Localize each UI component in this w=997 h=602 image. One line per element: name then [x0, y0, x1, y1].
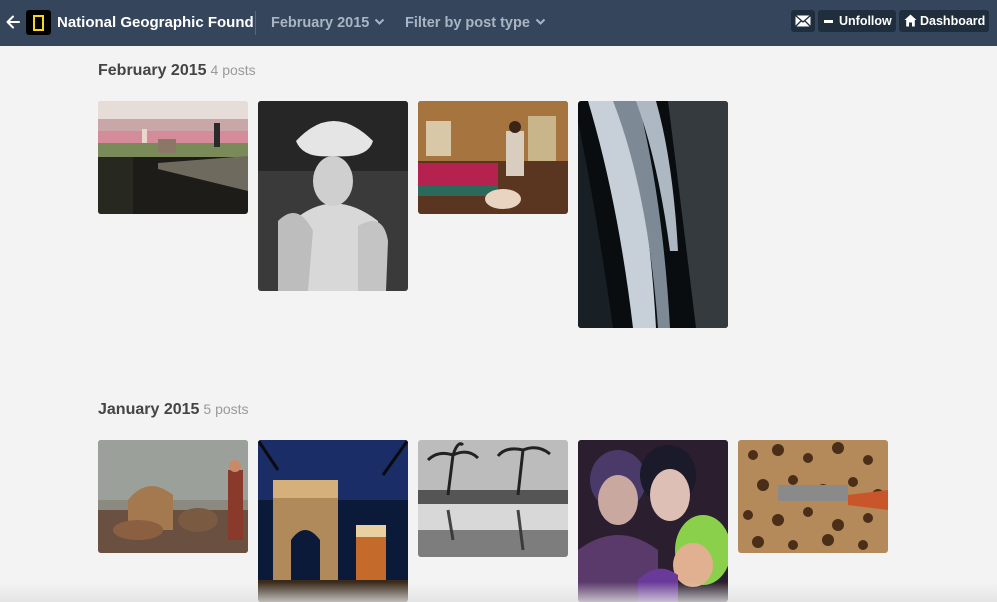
blog-avatar[interactable]	[26, 10, 51, 35]
section-title: January 2015	[98, 401, 200, 418]
post-thumbnail[interactable]	[738, 440, 888, 553]
chevron-down-icon	[535, 14, 546, 30]
minus-icon	[824, 20, 833, 23]
post-thumbnail[interactable]	[258, 101, 408, 291]
post-type-filter-dropdown[interactable]: Filter by post type	[405, 15, 546, 31]
blog-title[interactable]: National Geographic Found	[57, 14, 254, 31]
bottom-fade	[0, 582, 997, 602]
dashboard-label: Dashboard	[920, 14, 986, 28]
post-count: 5 posts	[203, 401, 249, 417]
header-divider	[255, 11, 256, 35]
month-dropdown-label: February 2015	[271, 15, 370, 31]
chevron-down-icon	[374, 14, 385, 30]
top-bar: National Geographic Found February 2015 …	[0, 0, 997, 46]
message-button[interactable]	[791, 10, 815, 32]
home-icon	[904, 14, 917, 30]
post-thumbnail[interactable]	[418, 440, 568, 557]
post-thumbnail[interactable]	[578, 440, 728, 602]
month-section-heading: February 2015 4 posts	[98, 62, 256, 80]
post-thumbnail[interactable]	[258, 440, 408, 602]
nat-geo-logo-icon	[33, 15, 44, 31]
post-thumbnail[interactable]	[578, 101, 728, 328]
unfollow-label: Unfollow	[839, 14, 892, 28]
post-type-filter-label: Filter by post type	[405, 15, 530, 31]
post-thumbnail[interactable]	[98, 101, 248, 214]
unfollow-button[interactable]: Unfollow	[818, 10, 896, 32]
envelope-icon	[795, 15, 811, 30]
month-dropdown[interactable]: February 2015	[271, 15, 385, 31]
back-arrow-icon[interactable]	[5, 13, 21, 31]
month-section-heading: January 2015 5 posts	[98, 401, 249, 419]
section-title: February 2015	[98, 62, 207, 79]
dashboard-button[interactable]: Dashboard	[899, 10, 989, 32]
post-count: 4 posts	[210, 62, 256, 78]
post-thumbnail[interactable]	[98, 440, 248, 553]
post-thumbnail[interactable]	[418, 101, 568, 214]
